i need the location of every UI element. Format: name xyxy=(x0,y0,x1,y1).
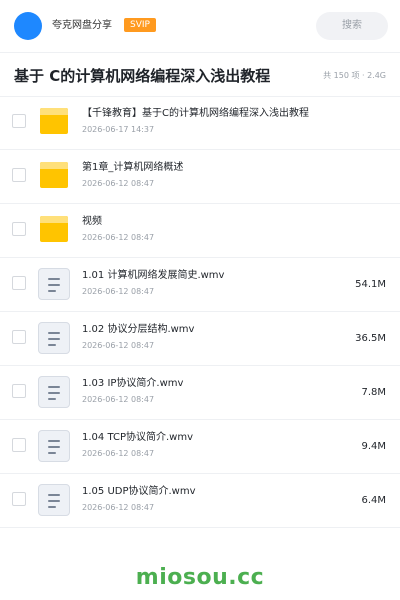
file-date: 2026-06-12 08:47 xyxy=(82,287,155,296)
file-name: 1.05 UDP协议简介.wmv xyxy=(82,486,196,497)
file-size: 36.5M xyxy=(355,333,386,344)
file-size: 6.4M xyxy=(361,495,386,506)
file-name: 1.02 协议分层结构.wmv xyxy=(82,324,195,335)
file-name: 视频 xyxy=(82,216,102,227)
select-checkbox[interactable] xyxy=(12,438,26,452)
file-date: 2026-06-12 08:47 xyxy=(82,503,155,512)
file-size: 9.4M xyxy=(361,441,386,452)
file-date: 2026-06-12 08:47 xyxy=(82,395,155,404)
video-file-icon xyxy=(38,484,70,516)
file-size: 54.1M xyxy=(355,279,386,290)
video-file-icon xyxy=(38,430,70,462)
folder-icon xyxy=(38,160,70,192)
file-date: 2026-06-17 14:37 xyxy=(82,125,155,134)
app-name: 夸克网盘分享 xyxy=(52,20,112,31)
header: 夸克网盘分享 SVIP 搜索 xyxy=(0,0,400,52)
list-item[interactable]: 1.01 计算机网络发展简史.wmv 2026-06-12 08:47 54.1… xyxy=(0,258,400,312)
list-item[interactable]: 1.03 IP协议简介.wmv 2026-06-12 08:47 7.8M xyxy=(0,366,400,420)
file-date: 2026-06-12 08:47 xyxy=(82,179,155,188)
video-file-icon xyxy=(38,268,70,300)
file-date: 2026-06-12 08:47 xyxy=(82,449,155,458)
file-size: 7.8M xyxy=(361,387,386,398)
select-checkbox[interactable] xyxy=(12,330,26,344)
app-root: 夸克网盘分享 SVIP 搜索 基于 C的计算机网络编程深入浅出教程 共 150 … xyxy=(0,0,400,600)
list-item[interactable]: 第1章_计算机网络概述 2026-06-12 08:47 xyxy=(0,150,400,204)
select-checkbox[interactable] xyxy=(12,168,26,182)
file-name: 1.03 IP协议简介.wmv xyxy=(82,378,184,389)
list-item[interactable]: 1.02 协议分层结构.wmv 2026-06-12 08:47 36.5M xyxy=(0,312,400,366)
video-file-icon xyxy=(38,376,70,408)
select-checkbox[interactable] xyxy=(12,222,26,236)
file-name: 1.04 TCP协议简介.wmv xyxy=(82,432,193,443)
select-checkbox[interactable] xyxy=(12,114,26,128)
select-checkbox[interactable] xyxy=(12,492,26,506)
file-date: 2026-06-12 08:47 xyxy=(82,233,155,242)
file-list: 【千锋教育】基于C的计算机网络编程深入浅出教程 2026-06-17 14:37… xyxy=(0,96,400,528)
avatar[interactable] xyxy=(14,12,42,40)
file-name: 【千锋教育】基于C的计算机网络编程深入浅出教程 xyxy=(82,108,309,119)
file-name: 1.01 计算机网络发展简史.wmv xyxy=(82,270,225,281)
list-item[interactable]: 【千锋教育】基于C的计算机网络编程深入浅出教程 2026-06-17 14:37 xyxy=(0,96,400,150)
item-summary: 共 150 项 · 2.4G xyxy=(323,71,386,80)
folder-icon xyxy=(38,214,70,246)
file-date: 2026-06-12 08:47 xyxy=(82,341,155,350)
watermark: miosou.cc xyxy=(135,565,265,590)
list-item[interactable]: 视频 2026-06-12 08:47 xyxy=(0,204,400,258)
page-title: 基于 C的计算机网络编程深入浅出教程 xyxy=(14,67,271,85)
folder-icon xyxy=(38,106,70,138)
header-divider xyxy=(0,52,400,53)
select-checkbox[interactable] xyxy=(12,276,26,290)
video-file-icon xyxy=(38,322,70,354)
select-checkbox[interactable] xyxy=(12,384,26,398)
svip-badge: SVIP xyxy=(124,18,156,32)
list-item[interactable]: 1.05 UDP协议简介.wmv 2026-06-12 08:47 6.4M xyxy=(0,474,400,528)
list-item[interactable]: 1.04 TCP协议简介.wmv 2026-06-12 08:47 9.4M xyxy=(0,420,400,474)
search-input[interactable]: 搜索 xyxy=(316,12,388,40)
file-name: 第1章_计算机网络概述 xyxy=(82,162,184,173)
